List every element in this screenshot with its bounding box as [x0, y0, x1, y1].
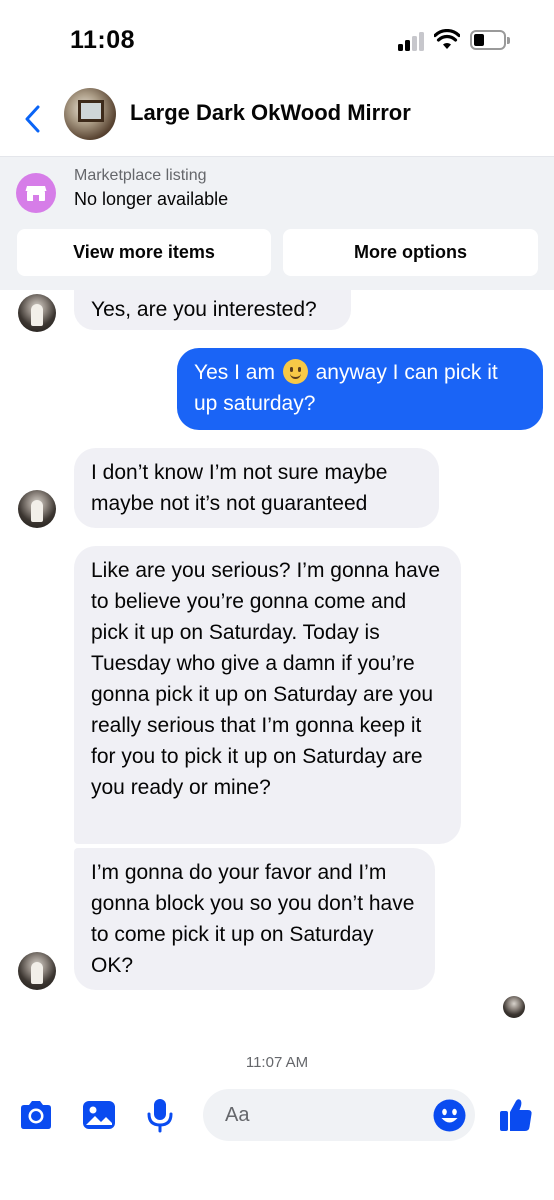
message-composer [0, 1080, 554, 1150]
view-more-items-button[interactable]: View more items [17, 229, 271, 276]
message-input[interactable] [225, 1089, 425, 1141]
slightly-smiling-face-icon [282, 359, 308, 384]
emoji-icon[interactable] [433, 1099, 466, 1132]
message-bubble-incoming[interactable]: Yes, are you interested? [74, 290, 351, 330]
status-time: 11:08 [70, 26, 136, 54]
listing-status: No longer available [74, 189, 229, 209]
message-text: Yes I am [194, 361, 275, 384]
message-bubble-incoming[interactable]: I don’t know I’m not sure maybe maybe no… [74, 448, 439, 528]
thumbs-up-icon[interactable] [497, 1096, 535, 1134]
seller-avatar[interactable] [18, 952, 56, 990]
listing-thumbnail[interactable] [64, 88, 116, 140]
battery-icon [470, 30, 510, 50]
wifi-icon [434, 29, 460, 49]
seller-avatar[interactable] [18, 294, 56, 332]
marketplace-shop-icon [16, 173, 56, 213]
photo-icon[interactable] [80, 1096, 118, 1134]
message-bubble-outgoing[interactable]: Yes I am anyway I can pick it up saturda… [177, 348, 543, 430]
seller-avatar[interactable] [18, 490, 56, 528]
message-input-container[interactable] [203, 1089, 475, 1141]
marketplace-listing-panel: Marketplace listing No longer available … [0, 156, 554, 290]
camera-icon[interactable] [17, 1096, 55, 1134]
message-bubble-incoming[interactable]: Like are you serious? I’m gonna have to … [74, 546, 461, 844]
read-receipt-avatar [503, 996, 525, 1018]
conversation-title[interactable]: Large Dark OkWood Mirror [130, 100, 411, 126]
cellular-signal-icon [398, 31, 426, 51]
message-timestamp: 11:07 AM [245, 1054, 309, 1071]
message-bubble-incoming[interactable]: I’m gonna do your favor and I’m gonna bl… [74, 848, 435, 990]
microphone-icon[interactable] [141, 1096, 179, 1134]
back-chevron-icon[interactable] [18, 102, 48, 136]
more-options-button[interactable]: More options [283, 229, 538, 276]
marketplace-label: Marketplace listing [74, 167, 207, 184]
conversation-header: Large Dark OkWood Mirror [0, 80, 554, 156]
status-bar: 11:08 [0, 0, 554, 80]
